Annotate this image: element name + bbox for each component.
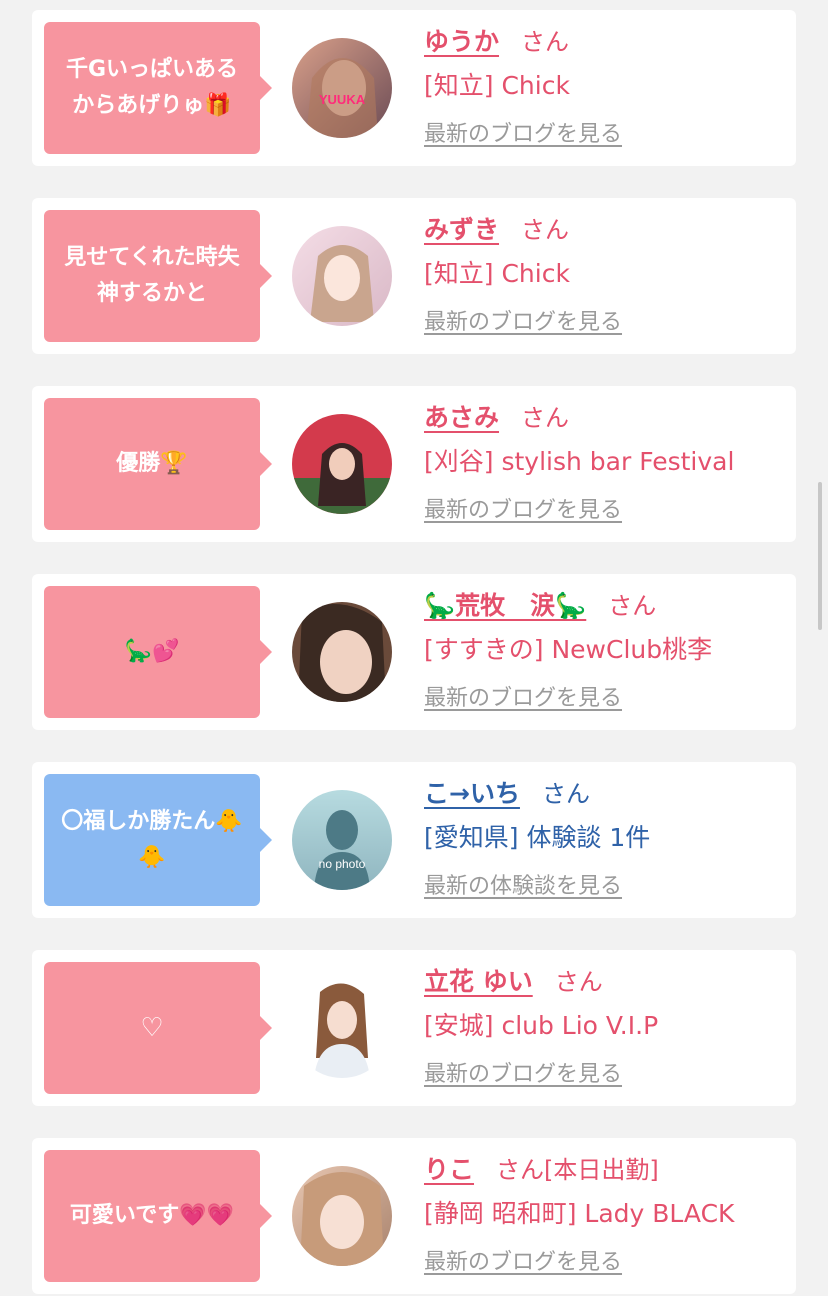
- honorific: さん: [521, 28, 570, 56]
- honorific: さん[本日出勤]: [496, 1156, 659, 1184]
- honorific: さん: [554, 968, 603, 996]
- user-name-link[interactable]: ゆうか: [424, 22, 499, 58]
- latest-blog-link[interactable]: 最新のブログを見る: [424, 492, 622, 524]
- comment-bubble: 〇福しか勝たん🐥🐥: [44, 774, 272, 906]
- comment-text: 見せてくれた時失神するかと: [64, 245, 240, 306]
- comment-bubble: ♡: [44, 962, 272, 1094]
- user-name-link[interactable]: 🦕荒牧 涙🦕: [424, 586, 586, 622]
- user-name-link[interactable]: りこ: [424, 1150, 474, 1186]
- shop-name: [知立] Chick: [424, 71, 570, 100]
- shop-name: [刈谷] stylish bar Festival: [424, 447, 735, 476]
- avatar[interactable]: [292, 414, 392, 514]
- list-item: 🦕💕 🦕荒牧 涙🦕 さん [すすきの] NewClub桃李 最新のブログを見る: [32, 574, 796, 730]
- user-name-link[interactable]: みずき: [424, 210, 499, 246]
- comment-bubble: 千Gいっぱいあるからあげりゅ🎁: [44, 22, 272, 154]
- honorific: さん: [608, 592, 657, 620]
- list-item: 千Gいっぱいあるからあげりゅ🎁 YUUKA ゆうか さん [知立] Chick …: [32, 10, 796, 166]
- latest-blog-link[interactable]: 最新のブログを見る: [424, 1056, 622, 1088]
- comment-bubble: 優勝🏆: [44, 398, 272, 530]
- shop-name: [すすきの] NewClub桃李: [424, 635, 713, 664]
- user-name-link[interactable]: 立花 ゆい: [424, 962, 533, 998]
- avatar[interactable]: [292, 602, 392, 702]
- latest-blog-link[interactable]: 最新のブログを見る: [424, 1244, 622, 1276]
- comment-text: ♡: [140, 1013, 164, 1043]
- avatar[interactable]: [292, 226, 392, 326]
- user-name-link[interactable]: あさみ: [424, 398, 499, 434]
- latest-blog-link[interactable]: 最新のブログを見る: [424, 304, 622, 336]
- avatar-label: YUUKA: [319, 92, 366, 107]
- comment-bubble: 🦕💕: [44, 586, 272, 718]
- list-item: 可愛いです💗💗 りこ さん[本日出勤] [静岡 昭和町] Lady BLACK …: [32, 1138, 796, 1294]
- honorific: さん: [541, 780, 590, 808]
- user-name-link[interactable]: こ→いち: [424, 774, 520, 810]
- avatar[interactable]: [292, 1166, 392, 1266]
- avatar[interactable]: [292, 978, 392, 1078]
- comment-text: 可愛いです💗💗: [69, 1203, 235, 1228]
- comment-text: 〇福しか勝たん🐥🐥: [61, 809, 243, 870]
- latest-review-link[interactable]: 最新の体験談を見る: [424, 868, 622, 900]
- comment-bubble: 可愛いです💗💗: [44, 1150, 272, 1282]
- shop-name: [静岡 昭和町] Lady BLACK: [424, 1199, 735, 1228]
- comment-text: 優勝🏆: [116, 451, 188, 476]
- list-item: 〇福しか勝たん🐥🐥 no photo こ→いち さん [愛知県] 体験談 1件 …: [32, 762, 796, 918]
- shop-name: [安城] club Lio V.I.P: [424, 1011, 659, 1040]
- list-item: 優勝🏆 あさみ さん [刈谷] stylish bar Festival 最新の…: [32, 386, 796, 542]
- shop-name: [愛知県] 体験談 1件: [424, 823, 651, 852]
- latest-blog-link[interactable]: 最新のブログを見る: [424, 116, 622, 148]
- avatar-label: no photo: [319, 857, 366, 871]
- comment-text: 千Gいっぱいあるからあげりゅ🎁: [65, 57, 239, 118]
- shop-name: [知立] Chick: [424, 259, 570, 288]
- latest-blog-link[interactable]: 最新のブログを見る: [424, 680, 622, 712]
- scrollbar[interactable]: [818, 482, 822, 630]
- honorific: さん: [521, 404, 570, 432]
- avatar[interactable]: no photo: [292, 790, 392, 890]
- comment-bubble: 見せてくれた時失神するかと: [44, 210, 272, 342]
- list-item: 見せてくれた時失神するかと みずき さん [知立] Chick 最新のブログを見…: [32, 198, 796, 354]
- comment-text: 🦕💕: [124, 639, 180, 664]
- honorific: さん: [521, 216, 570, 244]
- avatar[interactable]: YUUKA: [292, 38, 392, 138]
- list-item: ♡ 立花 ゆい さん [安城] club Lio V.I.P 最新のブログを見る: [32, 950, 796, 1106]
